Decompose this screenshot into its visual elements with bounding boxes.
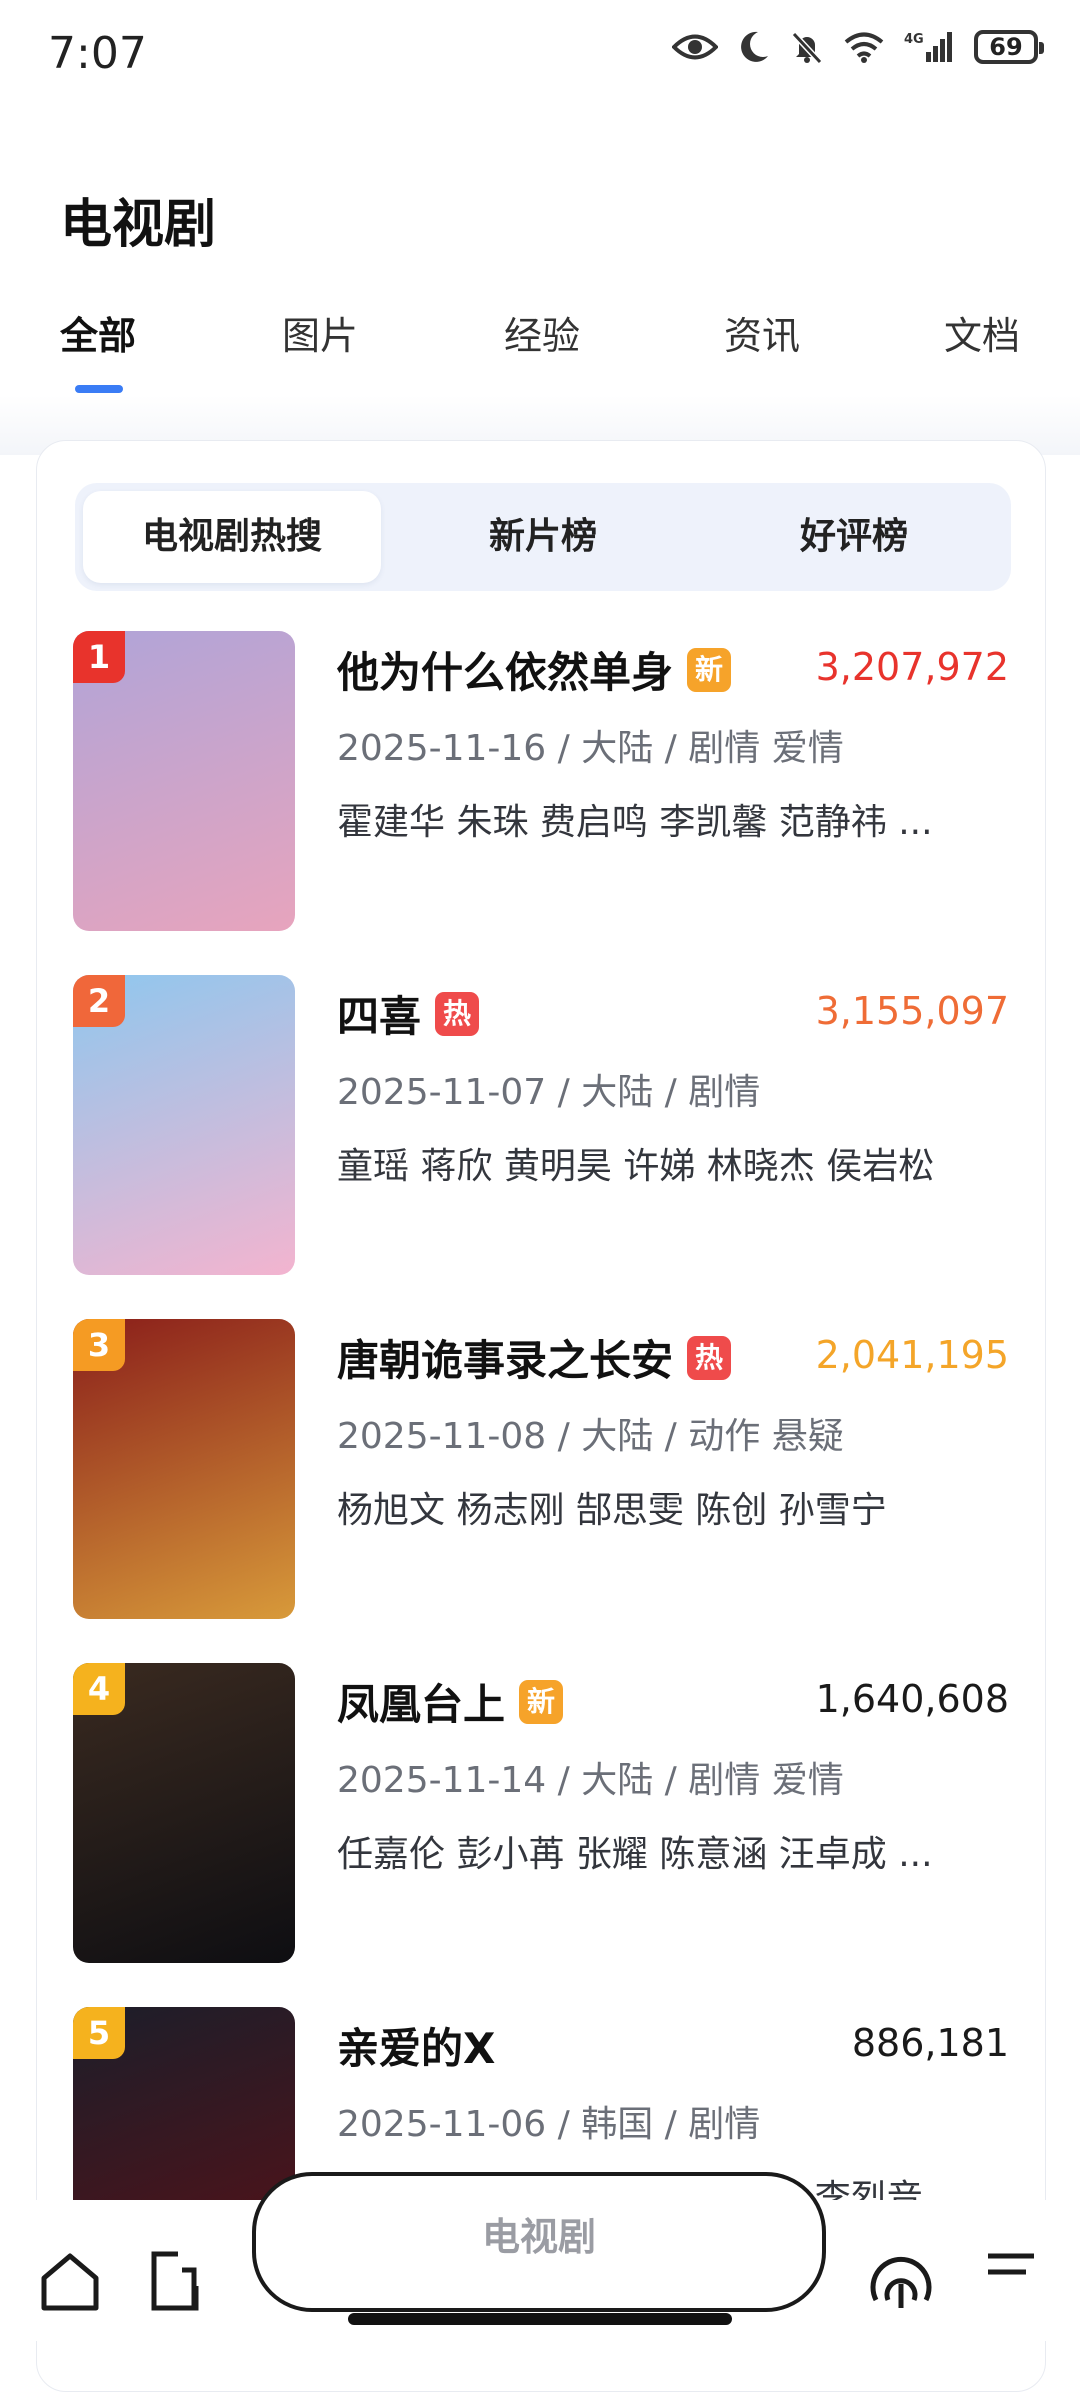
tab-news[interactable]: 资讯 [724, 305, 800, 360]
heat-score: 1,640,608 [815, 1677, 1009, 1721]
tab-experience[interactable]: 经验 [504, 305, 580, 360]
gesture-home-bar[interactable] [348, 2313, 732, 2325]
poster-image[interactable]: 4 [73, 1663, 295, 1963]
heat-score: 3,155,097 [815, 989, 1009, 1033]
eye-icon [672, 34, 718, 60]
active-tab-indicator [75, 385, 123, 393]
search-bar[interactable]: 电视剧 [252, 2172, 826, 2312]
poster-image[interactable]: 1 [73, 631, 295, 931]
hot-tag: 热 [687, 1335, 732, 1380]
rank-badge: 3 [73, 1319, 125, 1371]
status-icons: 4G 69 [672, 30, 1044, 64]
segment-new-releases[interactable]: 新片榜 [393, 491, 693, 583]
list-item[interactable]: 4 凤凰台上 新 1,640,608 2025-11-14 / 大陆 / 剧情 … [73, 1663, 1009, 1963]
new-tag: 新 [687, 647, 732, 692]
show-meta: 2025-11-16 / 大陆 / 剧情 爱情 [337, 728, 844, 769]
show-cast: 霍建华 朱珠 费启鸣 李凯馨 范静祎 ... [337, 802, 933, 843]
show-title[interactable]: 他为什么依然单身 [337, 639, 673, 700]
show-meta: 2025-11-06 / 韩国 / 剧情 [337, 2104, 761, 2145]
moon-icon [741, 31, 768, 62]
page-title: 电视剧 [60, 195, 217, 255]
status-bar: 7:07 4G 69 [0, 0, 1080, 110]
battery-icon: 69 [974, 30, 1044, 64]
show-title[interactable]: 唐朝诡事录之长安 [337, 1327, 673, 1388]
search-bar-text: 电视剧 [481, 2215, 596, 2259]
wifi-icon [844, 32, 884, 63]
hot-tag: 热 [435, 991, 480, 1036]
ranking-segmented-control: 电视剧热搜 新片榜 好评榜 [75, 483, 1011, 591]
show-title[interactable]: 凤凰台上 [337, 1671, 505, 1732]
heat-score: 3,207,972 [815, 645, 1009, 689]
segment-top-rated[interactable]: 好评榜 [705, 491, 1003, 583]
show-cast: 童瑶 蒋欣 黄明昊 许娣 林晓杰 侯岩松 [337, 1146, 935, 1187]
poster-image[interactable]: 3 [73, 1319, 295, 1619]
rank-badge: 2 [73, 975, 125, 1027]
home-icon[interactable] [38, 2250, 102, 2312]
tabs-icon[interactable] [148, 2250, 210, 2312]
show-cast: 杨旭文 杨志刚 郜思雯 陈创 孙雪宁 [337, 1490, 887, 1531]
show-meta: 2025-11-08 / 大陆 / 动作 悬疑 [337, 1416, 844, 1457]
segment-tv-hot-search[interactable]: 电视剧热搜 [83, 491, 381, 583]
show-cast: 任嘉伦 彭小苒 张耀 陈意涵 汪卓成 ... [337, 1834, 933, 1875]
heat-score: 2,041,195 [815, 1333, 1009, 1377]
menu-icon[interactable] [982, 2250, 1040, 2294]
heat-score: 886,181 [851, 2021, 1009, 2065]
voice-icon[interactable] [870, 2250, 932, 2312]
tab-documents[interactable]: 文档 [944, 305, 1020, 360]
main-tabs: 全部 图片 经验 资讯 文档 [60, 305, 1030, 375]
show-title[interactable]: 亲爱的X [337, 2015, 495, 2076]
show-title[interactable]: 四喜 [337, 983, 421, 1044]
status-time: 7:07 [48, 28, 147, 79]
list-item[interactable]: 2 四喜 热 3,155,097 2025-11-07 / 大陆 / 剧情 童瑶… [73, 975, 1009, 1275]
ranking-card: 电视剧热搜 新片榜 好评榜 1 他为什么依然单身 新 3,207,972 202… [36, 440, 1046, 2392]
tab-images[interactable]: 图片 [282, 305, 358, 360]
rank-badge: 4 [73, 1663, 125, 1715]
poster-image[interactable]: 2 [73, 975, 295, 1275]
list-item[interactable]: 1 他为什么依然单身 新 3,207,972 2025-11-16 / 大陆 /… [73, 631, 1009, 931]
list-item[interactable]: 3 唐朝诡事录之长安 热 2,041,195 2025-11-08 / 大陆 /… [73, 1319, 1009, 1619]
rank-badge: 1 [73, 631, 125, 683]
rank-badge: 5 [73, 2007, 125, 2059]
bell-muted-icon [791, 31, 823, 64]
tab-all[interactable]: 全部 [60, 305, 136, 360]
new-tag: 新 [519, 1679, 564, 1724]
svg-text:4G: 4G [904, 32, 924, 47]
signal-icon: 4G [904, 32, 952, 62]
show-meta: 2025-11-14 / 大陆 / 剧情 爱情 [337, 1760, 844, 1801]
show-meta: 2025-11-07 / 大陆 / 剧情 [337, 1072, 761, 1113]
